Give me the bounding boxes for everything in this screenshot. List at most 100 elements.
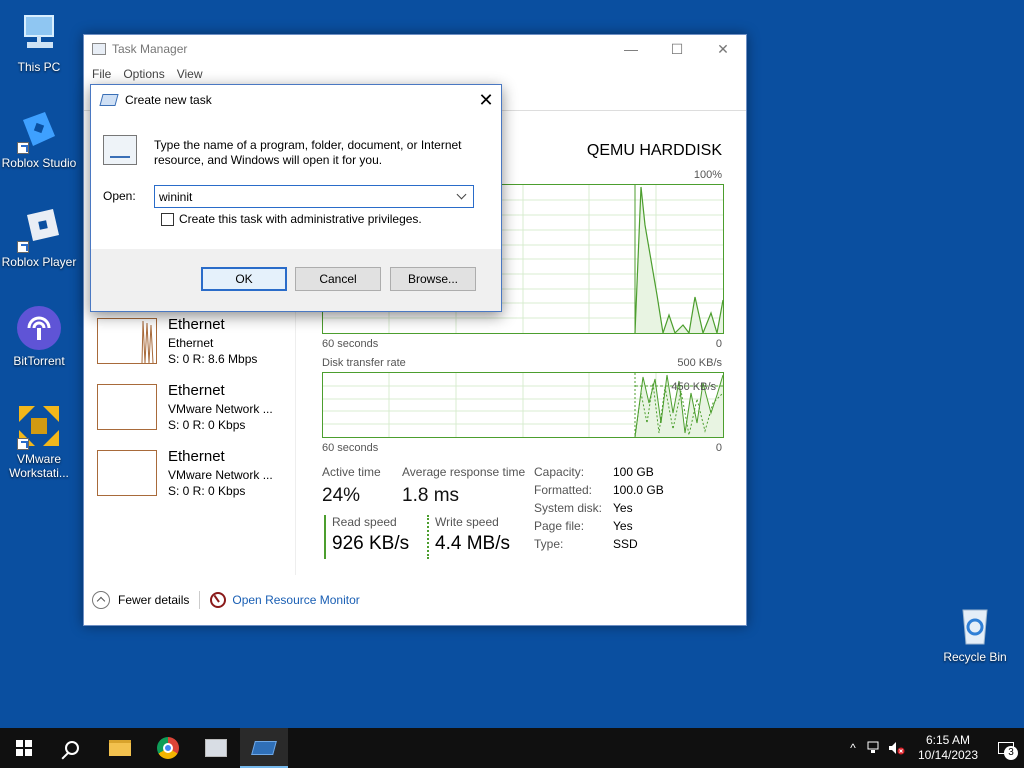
taskbar-file-explorer[interactable] xyxy=(96,728,144,768)
resource-monitor-icon xyxy=(210,592,227,608)
prop-page-file-key: Page file: xyxy=(534,519,585,533)
cancel-button[interactable]: Cancel xyxy=(295,267,381,291)
ethernet-title: Ethernet xyxy=(168,448,225,465)
ethernet-throughput: S: 0 R: 8.6 Mbps xyxy=(168,352,258,366)
prop-formatted-key: Formatted: xyxy=(534,483,593,497)
prop-page-file-value: Yes xyxy=(613,519,633,533)
folder-icon xyxy=(109,740,131,756)
read-speed-value: 926 KB/s xyxy=(332,533,410,554)
ethernet-thumbnail-graph xyxy=(97,450,157,496)
ok-button[interactable]: OK xyxy=(201,267,287,291)
menu-options[interactable]: Options xyxy=(123,67,164,81)
start-button[interactable] xyxy=(0,728,48,768)
ethernet-title: Ethernet xyxy=(168,382,225,399)
open-resource-monitor-link[interactable]: Open Resource Monitor xyxy=(210,592,360,608)
dialog-body xyxy=(91,115,501,249)
system-clock[interactable]: 6:15 AM 10/14/2023 xyxy=(908,733,988,763)
chrome-icon xyxy=(157,737,179,759)
transfer-graph-time-label: 60 seconds xyxy=(322,442,379,454)
show-hidden-icons-chevron[interactable]: ^ xyxy=(842,741,864,755)
action-center-button[interactable]: 3 xyxy=(988,728,1024,768)
shortcut-arrow-icon xyxy=(17,142,29,154)
prop-system-disk-value: Yes xyxy=(613,501,633,515)
avg-response-label: Average response time xyxy=(402,465,526,479)
desktop-icon-this-pc[interactable]: This PC xyxy=(0,10,78,74)
taskbar-chrome[interactable] xyxy=(144,728,192,768)
taskbar-task-manager[interactable] xyxy=(192,728,240,768)
search-button[interactable] xyxy=(48,728,96,768)
run-icon xyxy=(251,741,277,755)
desktop-icon-recycle-bin[interactable]: Recycle Bin xyxy=(936,600,1014,664)
transfer-graph-mid-label: 450 KB/s xyxy=(671,381,716,393)
write-speed-box: Write speed 4.4 MB/s xyxy=(427,515,510,559)
admin-privileges-checkbox[interactable]: Create this task with administrative pri… xyxy=(161,212,422,226)
create-new-task-dialog: Create new task ✕ Type the name of a pro… xyxy=(90,84,502,312)
network-icon[interactable] xyxy=(864,741,886,755)
resource-monitor-label: Open Resource Monitor xyxy=(232,593,360,607)
read-speed-box: Read speed 926 KB/s xyxy=(324,515,409,559)
avg-response-value: 1.8 ms xyxy=(402,485,460,506)
menu-bar: File Options View xyxy=(84,63,746,85)
ethernet-adapter: Ethernet xyxy=(168,336,214,350)
volume-muted-icon[interactable] xyxy=(886,741,908,755)
notification-count: 3 xyxy=(1004,746,1018,760)
open-combobox[interactable] xyxy=(154,185,474,208)
minimize-button[interactable]: — xyxy=(608,35,654,63)
desktop-icon-label: Roblox Player xyxy=(1,255,77,269)
taskbar-run-dialog[interactable] xyxy=(240,728,288,768)
dialog-description: Type the name of a program, folder, docu… xyxy=(154,138,462,167)
dialog-title: Create new task xyxy=(125,93,212,107)
open-input[interactable] xyxy=(155,189,445,204)
desktop-icon-roblox-player[interactable]: Roblox Player xyxy=(0,205,78,269)
computer-icon xyxy=(15,10,63,58)
disk-name: QEMU HARDDISK xyxy=(586,142,722,159)
admin-privileges-label: Create this task with administrative pri… xyxy=(179,212,422,226)
prop-type-key: Type: xyxy=(534,537,564,551)
prop-system-disk-key: System disk: xyxy=(534,501,603,515)
transfer-rate-graph xyxy=(322,372,724,438)
prop-formatted-value: 100.0 GB xyxy=(613,483,664,497)
activity-graph-max-label: 100% xyxy=(693,169,722,181)
desktop-icon-bittorrent[interactable]: BitTorrent xyxy=(0,304,78,368)
task-manager-titlebar[interactable]: Task Manager — ☐ ✕ xyxy=(84,35,746,63)
menu-file[interactable]: File xyxy=(92,67,111,81)
open-label: Open: xyxy=(103,189,136,203)
prop-capacity-value: 100 GB xyxy=(613,465,654,479)
dialog-titlebar[interactable]: Create new task ✕ xyxy=(91,85,501,115)
desktop-icon-label: BitTorrent xyxy=(13,354,65,368)
chevron-down-icon[interactable] xyxy=(451,186,473,207)
checkbox-box[interactable] xyxy=(161,212,174,226)
sidebar-item-ethernet-3[interactable]: Ethernet VMware Network ... S: 0 R: 0 Kb… xyxy=(97,448,297,498)
sidebar-item-ethernet-2[interactable]: Ethernet VMware Network ... S: 0 R: 0 Kb… xyxy=(97,382,297,432)
write-speed-value: 4.4 MB/s xyxy=(435,533,510,554)
browse-button[interactable]: Browse... xyxy=(390,267,476,291)
desktop-icon-roblox-studio[interactable]: Roblox Studio xyxy=(0,106,78,170)
ethernet-thumbnail-graph xyxy=(97,318,157,364)
search-icon xyxy=(65,741,79,755)
activity-graph-time-label: 60 seconds xyxy=(322,338,379,350)
dialog-close-button[interactable]: ✕ xyxy=(471,85,501,115)
transfer-graph-title: Disk transfer rate xyxy=(322,357,406,369)
close-button[interactable]: ✕ xyxy=(700,35,746,63)
shortcut-arrow-icon xyxy=(17,241,29,253)
run-icon xyxy=(99,94,119,106)
desktop-icon-vmware[interactable]: VMware Workstati... xyxy=(0,402,78,480)
taskbar: ^ 6:15 AM 10/14/2023 3 xyxy=(0,728,1024,768)
recycle-bin-icon xyxy=(951,600,999,648)
task-manager-icon xyxy=(92,43,106,55)
fewer-details-button[interactable]: Fewer details xyxy=(92,591,189,609)
task-manager-icon xyxy=(205,739,227,757)
shortcut-arrow-icon xyxy=(17,438,29,450)
desktop-icon-label: This PC xyxy=(17,60,61,74)
run-program-icon xyxy=(103,135,137,165)
transfer-graph-max-label: 500 KB/s xyxy=(677,357,722,369)
bittorrent-icon xyxy=(15,304,63,352)
clock-date: 10/14/2023 xyxy=(917,748,979,762)
system-tray: ^ 6:15 AM 10/14/2023 3 xyxy=(842,728,1024,768)
ethernet-adapter: VMware Network ... xyxy=(168,468,273,482)
menu-view[interactable]: View xyxy=(177,67,203,81)
roblox-player-icon xyxy=(15,205,63,253)
sidebar-item-ethernet-1[interactable]: Ethernet Ethernet S: 0 R: 8.6 Mbps xyxy=(97,316,297,366)
task-manager-footer: Fewer details Open Resource Monitor xyxy=(84,575,746,625)
maximize-button[interactable]: ☐ xyxy=(654,35,700,63)
